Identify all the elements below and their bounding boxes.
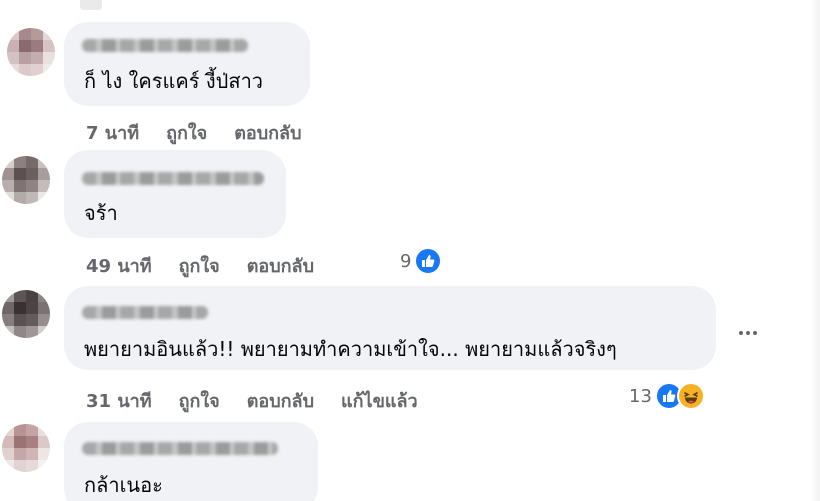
comment-timestamp[interactable]: 7 นาที — [86, 118, 139, 147]
comment-bubble: กล้าเนอะ — [64, 422, 318, 501]
author-name-redacted[interactable] — [82, 442, 278, 455]
reaction-count: 9 — [400, 250, 412, 272]
avatar[interactable] — [2, 156, 50, 204]
reply-button[interactable]: ตอบกลับ — [247, 386, 314, 415]
reaction-count: 13 — [629, 385, 652, 407]
more-options-button[interactable] — [734, 321, 762, 345]
author-name-redacted[interactable] — [82, 172, 264, 185]
comment-text: พยายามอินแล้ว!! พยายามทำความเข้าใจ... พย… — [84, 337, 617, 361]
like-icon — [414, 247, 443, 275]
comment-text: กล้าเนอะ — [84, 473, 163, 497]
comment-timestamp[interactable]: 31 นาที — [86, 386, 152, 415]
comment-actions: 31 นาที ถูกใจ ตอบกลับ แก้ไขแล้ว — [86, 386, 418, 415]
author-name-redacted[interactable] — [82, 39, 248, 52]
avatar[interactable] — [2, 290, 50, 338]
comment-bubble: พยายามอินแล้ว!! พยายามทำความเข้าใจ... พย… — [64, 286, 716, 370]
comment-timestamp[interactable]: 49 นาที — [86, 251, 152, 280]
like-button[interactable]: ถูกใจ — [179, 251, 220, 280]
scroll-edge — [810, 0, 820, 501]
comment-bubble: ก็ ไง ใครแคร์ งี้ป่สาว — [64, 22, 310, 106]
reply-button[interactable]: ตอบกลับ — [247, 251, 314, 280]
reaction-summary[interactable]: 13 — [629, 382, 705, 410]
avatar[interactable] — [7, 28, 55, 76]
comment-thread: ก็ ไง ใครแคร์ งี้ป่สาว 7 นาที ถูกใจ ตอบก… — [0, 0, 820, 501]
comment-text: ก็ ไง ใครแคร์ งี้ป่สาว — [84, 69, 264, 93]
avatar[interactable] — [2, 424, 50, 472]
more-dot — [753, 331, 757, 335]
previous-comment-fragment — [80, 0, 102, 10]
haha-icon — [676, 382, 705, 410]
comment-actions: 49 นาที ถูกใจ ตอบกลับ — [86, 251, 314, 280]
like-button[interactable]: ถูกใจ — [166, 118, 207, 147]
reaction-summary[interactable]: 9 — [400, 247, 443, 275]
edited-label[interactable]: แก้ไขแล้ว — [341, 386, 418, 415]
like-button[interactable]: ถูกใจ — [179, 386, 220, 415]
more-dot — [746, 331, 750, 335]
comment-bubble: จร้า — [64, 150, 286, 238]
reply-button[interactable]: ตอบกลับ — [234, 118, 301, 147]
author-name-redacted[interactable] — [82, 306, 208, 319]
more-dot — [739, 331, 743, 335]
comment-text: จร้า — [84, 201, 118, 225]
comment-actions: 7 นาที ถูกใจ ตอบกลับ — [86, 118, 302, 147]
